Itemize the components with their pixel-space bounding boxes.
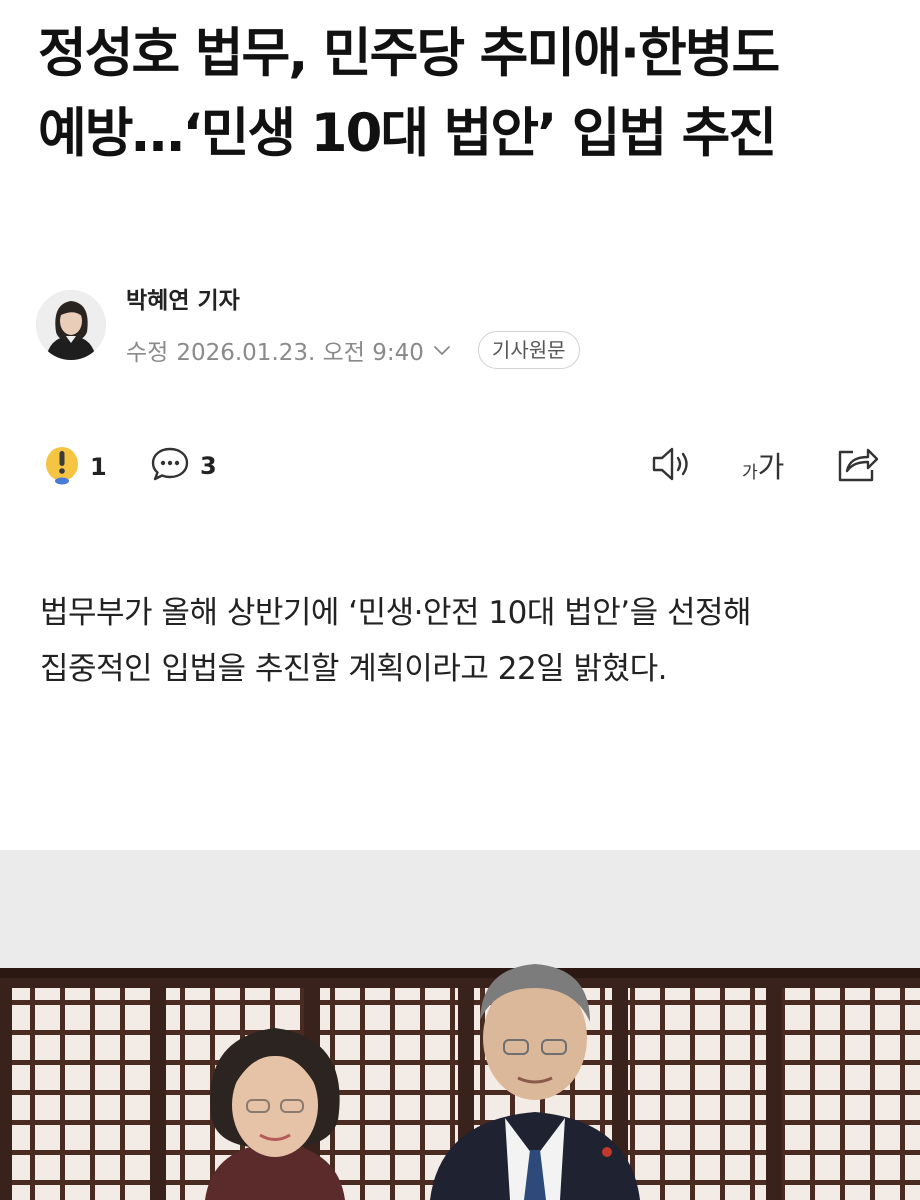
reporter-name[interactable]: 박혜연 기자 [126, 286, 240, 316]
share-icon[interactable] [835, 444, 879, 484]
article-headline: 정성호 법무, 민주당 추미애·한병도 예방…‘민생 10대 법안’ 입법 추진 [38, 23, 780, 164]
byline: 박혜연 기자 수정 2026.01.23. 오전 9:40 기사원문 [36, 288, 736, 369]
reaction-count: 1 [90, 453, 107, 481]
reporter-avatar[interactable] [36, 290, 106, 360]
chevron-down-icon[interactable] [432, 340, 452, 360]
original-article-button[interactable]: 기사원문 [477, 331, 580, 369]
font-size-button[interactable]: 가 가 [742, 444, 784, 486]
comment-count: 3 [200, 452, 217, 480]
photo-illustration [0, 850, 920, 1200]
reporter-portrait [36, 290, 106, 360]
speaker-icon[interactable] [650, 444, 694, 484]
article-date: 2026.01.23. 오전 9:40 [176, 340, 424, 366]
font-size-small-glyph: 가 [742, 462, 758, 483]
speech-bubble-icon [150, 445, 190, 487]
article-action-bar: 1 3 가 가 [40, 440, 885, 496]
reaction-button[interactable]: 1 [44, 445, 107, 489]
date-row: 수정 2026.01.23. 오전 9:40 기사원문 [126, 330, 580, 370]
comment-button[interactable]: 3 [150, 445, 217, 487]
date-prefix: 수정 [126, 340, 169, 366]
article-lead-paragraph: 법무부가 올해 상반기에 ‘민생·안전 10대 법안’을 선정해 집중적인 입법… [40, 595, 752, 687]
font-size-large-glyph: 가 [757, 450, 785, 484]
article-photo[interactable] [0, 850, 920, 1200]
surprise-emoji-icon [44, 445, 80, 489]
